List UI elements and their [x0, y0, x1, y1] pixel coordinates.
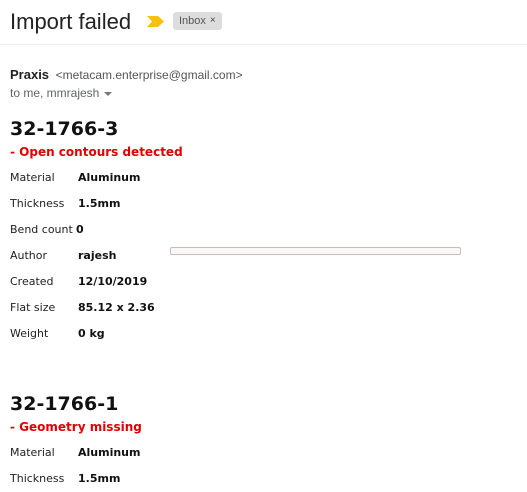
property-label: Created — [10, 274, 54, 288]
property-row: Weight 0 kg — [10, 320, 183, 346]
subject-bar: Import failed Inbox × — [0, 0, 527, 45]
property-value: Aluminum — [78, 170, 141, 184]
recipients-line[interactable]: to me, mmrajesh — [10, 86, 113, 100]
property-row: Created 12/10/2019 — [10, 268, 183, 294]
property-value: Aluminum — [78, 445, 141, 459]
property-label: Material — [10, 445, 55, 459]
sender-email: <metacam.enterprise@gmail.com> — [55, 68, 243, 82]
property-label: Thickness — [10, 196, 65, 210]
property-value: rajesh — [78, 248, 117, 262]
part-properties: Material Aluminum Thickness 1.5mm Bend c… — [10, 164, 183, 346]
property-label: Author — [10, 248, 48, 262]
property-value: 12/10/2019 — [78, 274, 148, 288]
part-block: 32-1766-1 - Geometry missing Material Al… — [10, 393, 142, 491]
loading-progress-bar — [170, 247, 461, 255]
part-error: - Geometry missing — [10, 420, 142, 434]
close-icon[interactable]: × — [210, 12, 216, 30]
property-value: 85.12 x 2.36 — [78, 300, 155, 314]
sender-line: Praxis <metacam.enterprise@gmail.com> — [10, 67, 243, 82]
chevron-down-icon[interactable] — [104, 92, 113, 96]
email-subject: Import failed — [10, 9, 132, 34]
property-label: Bend count — [10, 222, 73, 236]
property-row: Flat size 85.12 x 2.36 — [10, 294, 183, 320]
property-value: 1.5mm — [78, 196, 121, 210]
property-row: Material Aluminum — [10, 439, 142, 465]
recipients-text: to me, mmrajesh — [10, 86, 100, 100]
property-label: Material — [10, 170, 55, 184]
property-row: Thickness 1.5mm — [10, 465, 142, 491]
importance-marker-icon[interactable] — [147, 16, 164, 27]
property-value: 0 — [76, 222, 84, 236]
part-block: 32-1766-3 - Open contours detected Mater… — [10, 118, 183, 346]
property-label: Weight — [10, 326, 49, 340]
part-error: - Open contours detected — [10, 145, 183, 159]
part-id: 32-1766-1 — [10, 393, 119, 415]
inbox-label-chip[interactable]: Inbox × — [173, 12, 222, 30]
property-row: Thickness 1.5mm — [10, 190, 183, 216]
property-label: Flat size — [10, 300, 56, 314]
part-id: 32-1766-3 — [10, 118, 119, 140]
property-value: 0 kg — [78, 326, 105, 340]
property-row: Bend count 0 — [10, 216, 183, 242]
part-properties: Material Aluminum Thickness 1.5mm — [10, 439, 142, 491]
property-row: Author rajesh — [10, 242, 183, 268]
property-label: Thickness — [10, 471, 65, 485]
label-text: Inbox — [179, 15, 206, 27]
sender-name[interactable]: Praxis — [10, 67, 49, 82]
property-value: 1.5mm — [78, 471, 121, 485]
property-row: Material Aluminum — [10, 164, 183, 190]
